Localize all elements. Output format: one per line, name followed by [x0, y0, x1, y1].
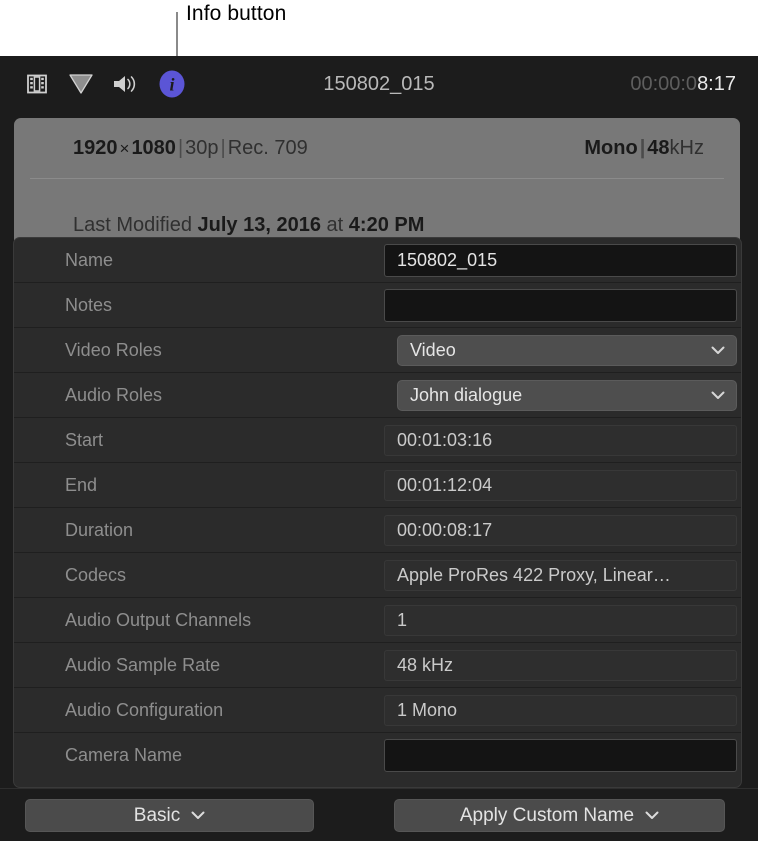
- field-value-text: 00:01:03:16: [397, 430, 492, 451]
- field-popup-button[interactable]: Video: [397, 335, 737, 366]
- field-value-text: Video: [410, 340, 456, 361]
- metadata-field-row: Notes: [14, 283, 741, 328]
- metadata-field-row: Video Roles Video: [14, 328, 741, 373]
- metadata-field-row: Duration 00:00:08:17: [14, 508, 741, 553]
- field-value-text: John dialogue: [410, 385, 522, 406]
- audio-sample-rate-unit: kHz: [670, 137, 704, 159]
- video-triangle-icon[interactable]: [66, 69, 96, 99]
- field-value-text: Apple ProRes 422 Proxy, Linear…: [397, 565, 671, 586]
- callout-annotation-area: Info button: [0, 0, 758, 56]
- format-separator-1: |: [176, 137, 185, 159]
- film-strip-icon[interactable]: [22, 69, 52, 99]
- metadata-field-row: Audio Sample Rate 48 kHz: [14, 643, 741, 688]
- speaker-icon[interactable]: [110, 69, 140, 99]
- field-value-text: 1: [397, 610, 407, 631]
- chevron-down-icon: [711, 381, 725, 410]
- color-space: Rec. 709: [228, 137, 308, 159]
- timecode-value: 8:17: [697, 73, 736, 95]
- field-value-readonly: 00:01:03:16: [384, 425, 737, 456]
- format-separator-2: |: [219, 137, 228, 159]
- resolution-height: 1080: [131, 137, 176, 159]
- metadata-field-row: Start 00:01:03:16: [14, 418, 741, 463]
- frame-rate: 30p: [185, 137, 218, 159]
- metadata-view-popup-button[interactable]: Basic: [25, 799, 314, 832]
- apply-custom-name-popup-button[interactable]: Apply Custom Name: [394, 799, 725, 832]
- field-text-input[interactable]: [384, 289, 737, 322]
- field-value-readonly: 00:00:08:17: [384, 515, 737, 546]
- field-label: Audio Sample Rate: [14, 655, 366, 676]
- field-text-input[interactable]: [384, 739, 737, 772]
- metadata-view-label: Basic: [134, 805, 180, 827]
- audio-channel-config: Mono: [584, 137, 637, 159]
- field-label: Audio Roles: [14, 385, 366, 406]
- info-inspector-window: i 150802_015 00:00:08:17 1920×1080|30p|R…: [0, 56, 758, 841]
- field-value-text: 150802_015: [397, 250, 497, 271]
- svg-text:i: i: [169, 75, 174, 95]
- field-value-readonly: 1 Mono: [384, 695, 737, 726]
- field-value-text: 48 kHz: [397, 655, 453, 676]
- field-value-readonly: 00:01:12:04: [384, 470, 737, 501]
- banner-format-row: 1920×1080|30p|Rec. 709 Mono|48kHz: [14, 118, 740, 178]
- info-icon[interactable]: i: [157, 69, 187, 99]
- inspector-bottom-bar: Basic Apply Custom Name: [0, 788, 758, 841]
- chevron-down-icon: [711, 336, 725, 365]
- resolution-width: 1920: [73, 137, 118, 159]
- last-modified-label: Last Modified: [73, 214, 192, 236]
- field-value-readonly: Apple ProRes 422 Proxy, Linear…: [384, 560, 737, 591]
- field-popup-button[interactable]: John dialogue: [397, 380, 737, 411]
- last-modified-conjunction: at: [327, 214, 344, 236]
- resolution-x: ×: [118, 139, 132, 158]
- audio-separator: |: [638, 137, 648, 159]
- metadata-field-row: Camera Name: [14, 733, 741, 778]
- metadata-field-row: Audio Output Channels 1: [14, 598, 741, 643]
- last-modified-text: Last Modified July 13, 2016 at 4:20 PM: [73, 214, 424, 237]
- metadata-field-row: Audio Roles John dialogue: [14, 373, 741, 418]
- field-value-text: 1 Mono: [397, 700, 457, 721]
- field-label: Camera Name: [14, 745, 366, 766]
- chevron-down-icon: [191, 811, 205, 820]
- last-modified-date: July 13, 2016: [198, 214, 321, 236]
- metadata-field-row: Codecs Apple ProRes 422 Proxy, Linear…: [14, 553, 741, 598]
- metadata-field-row: Audio Configuration 1 Mono: [14, 688, 741, 733]
- inspector-toolbar: i 150802_015 00:00:08:17: [0, 56, 758, 112]
- field-value-readonly: 1: [384, 605, 737, 636]
- banner-video-format: 1920×1080|30p|Rec. 709: [73, 137, 308, 160]
- banner-audio-format: Mono|48kHz: [584, 137, 704, 160]
- callout-label: Info button: [186, 2, 286, 26]
- field-text-input[interactable]: 150802_015: [384, 244, 737, 277]
- chevron-down-icon: [645, 811, 659, 820]
- metadata-fields-panel: Name 150802_015 Notes Video Roles Video Audio…: [13, 237, 742, 788]
- field-label: Name: [14, 250, 366, 271]
- field-value-text: 00:00:08:17: [397, 520, 492, 541]
- timecode-leading: 00:00:0: [630, 73, 697, 95]
- clip-timecode: 00:00:08:17: [630, 56, 736, 112]
- field-label: Start: [14, 430, 366, 451]
- field-value-text: 00:01:12:04: [397, 475, 492, 496]
- field-label: Video Roles: [14, 340, 366, 361]
- field-label: Notes: [14, 295, 366, 316]
- field-label: Audio Configuration: [14, 700, 366, 721]
- field-label: Codecs: [14, 565, 366, 586]
- field-value-readonly: 48 kHz: [384, 650, 737, 681]
- last-modified-time: 4:20 PM: [349, 214, 425, 236]
- field-label: Duration: [14, 520, 366, 541]
- metadata-field-row: Name 150802_015: [14, 238, 741, 283]
- metadata-field-row: End 00:01:12:04: [14, 463, 741, 508]
- field-label: End: [14, 475, 366, 496]
- audio-sample-rate-number: 48: [647, 137, 669, 159]
- field-label: Audio Output Channels: [14, 610, 366, 631]
- apply-custom-name-label: Apply Custom Name: [460, 805, 634, 827]
